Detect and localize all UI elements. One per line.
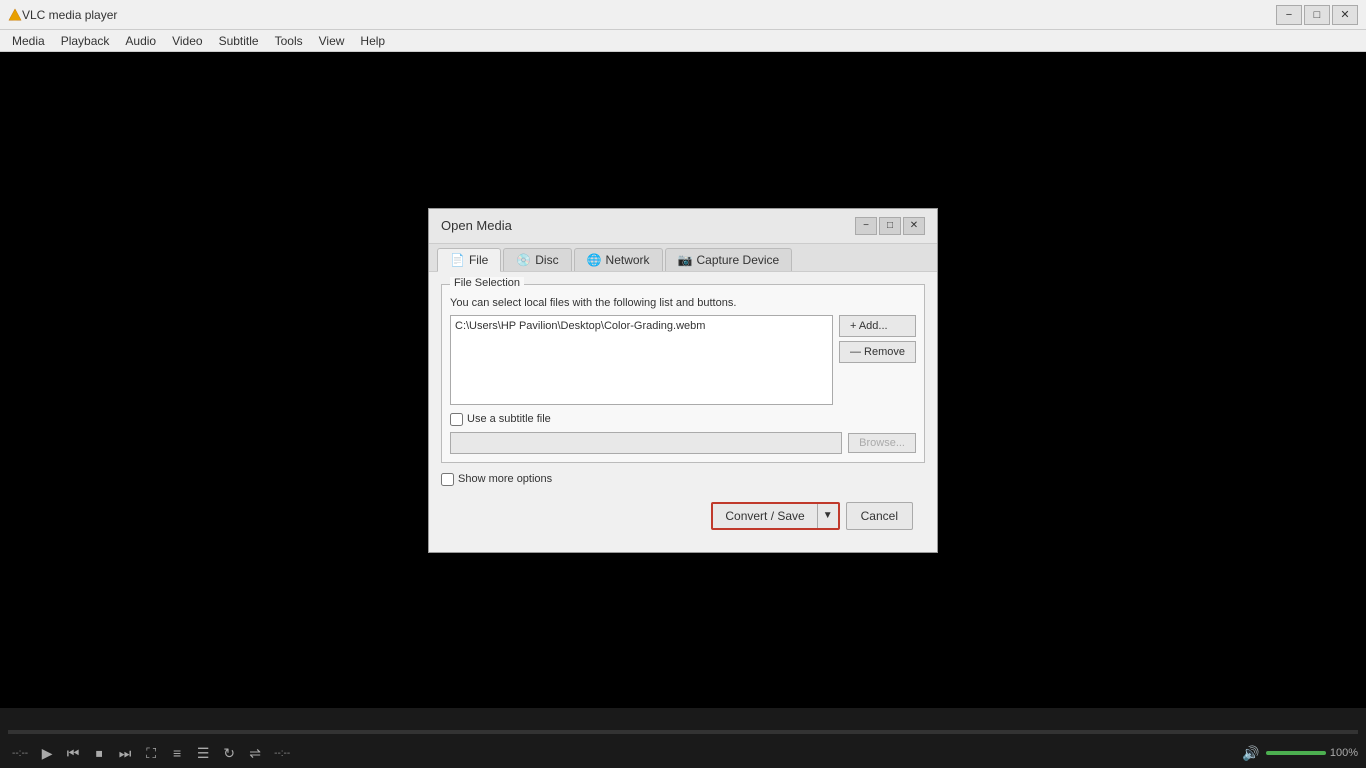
menu-bar: Media Playback Audio Video Subtitle Tool… (0, 30, 1366, 52)
open-media-dialog: Open Media − □ ✕ 📄 File 💿 Disc 🌐 Network (428, 208, 938, 553)
convert-save-dropdown-button[interactable]: ▼ (818, 504, 838, 528)
show-more-label[interactable]: Show more options (441, 473, 552, 486)
bottom-bar: --:-- ▶ ⏮ ⏹ ⏭ ⛶ ≡ ☰ ↻ ⇌ --:-- 🔊 100% (0, 708, 1366, 768)
file-path: C:\Users\HP Pavilion\Desktop\Color-Gradi… (455, 320, 705, 332)
prev-button[interactable]: ⏮ (62, 742, 84, 764)
network-tab-icon: 🌐 (587, 253, 602, 267)
file-tab-label: File (469, 253, 488, 267)
dialog-buttons: Convert / Save ▼ Cancel (441, 496, 925, 540)
tab-file[interactable]: 📄 File (437, 248, 501, 272)
tab-network[interactable]: 🌐 Network (574, 248, 663, 271)
file-list-area: C:\Users\HP Pavilion\Desktop\Color-Gradi… (450, 315, 916, 405)
remove-button[interactable]: — Remove (839, 341, 916, 363)
file-list-buttons: + Add... — Remove (839, 315, 916, 405)
menu-view[interactable]: View (311, 32, 353, 50)
dialog-minimize-button[interactable]: − (855, 217, 877, 235)
tab-capture[interactable]: 📷 Capture Device (665, 248, 793, 271)
dialog-maximize-button[interactable]: □ (879, 217, 901, 235)
app-title: VLC media player (22, 8, 1276, 22)
file-tab-icon: 📄 (450, 253, 465, 267)
next-button[interactable]: ⏭ (114, 742, 136, 764)
capture-tab-icon: 📷 (678, 253, 693, 267)
menu-subtitle[interactable]: Subtitle (211, 32, 267, 50)
dialog-title: Open Media (441, 218, 512, 233)
dialog-title-label: Open Media (441, 218, 512, 233)
show-more-row: Show more options (441, 473, 925, 486)
close-button[interactable]: ✕ (1332, 5, 1358, 25)
add-button[interactable]: + Add... (839, 315, 916, 337)
shuffle-button[interactable]: ⇌ (244, 742, 266, 764)
browse-button[interactable]: Browse... (848, 433, 916, 453)
stop-button[interactable]: ⏹ (88, 742, 110, 764)
dialog-tabs: 📄 File 💿 Disc 🌐 Network 📷 Capture Device (429, 244, 937, 272)
time-right: --:-- (274, 748, 290, 759)
playlist-button[interactable]: ☰ (192, 742, 214, 764)
volume-label: 100% (1330, 747, 1358, 759)
tab-disc[interactable]: 💿 Disc (503, 248, 571, 271)
convert-save-button[interactable]: Convert / Save (713, 504, 817, 528)
network-tab-label: Network (606, 253, 650, 267)
subtitle-label-text: Use a subtitle file (467, 413, 551, 425)
progress-bar[interactable] (8, 730, 1358, 734)
subtitle-input[interactable] (450, 432, 842, 454)
convert-save-wrapper: Convert / Save ▼ (711, 502, 839, 530)
file-selection-label: File Selection (450, 277, 524, 289)
menu-playback[interactable]: Playback (53, 32, 118, 50)
volume-area: 🔊 100% (1240, 742, 1358, 764)
menu-tools[interactable]: Tools (267, 32, 311, 50)
menu-help[interactable]: Help (352, 32, 393, 50)
title-bar-controls: − □ ✕ (1276, 5, 1358, 25)
dialog-content: File Selection You can select local file… (429, 272, 937, 552)
play-button[interactable]: ▶ (36, 742, 58, 764)
title-bar: VLC media player − □ ✕ (0, 0, 1366, 30)
disc-tab-icon: 💿 (516, 253, 531, 267)
cancel-button[interactable]: Cancel (846, 502, 913, 530)
menu-video[interactable]: Video (164, 32, 210, 50)
dialog-overlay: Open Media − □ ✕ 📄 File 💿 Disc 🌐 Network (0, 52, 1366, 708)
volume-icon[interactable]: 🔊 (1240, 742, 1262, 764)
loop-button[interactable]: ↻ (218, 742, 240, 764)
maximize-button[interactable]: □ (1304, 5, 1330, 25)
dialog-close-button[interactable]: ✕ (903, 217, 925, 235)
subtitle-row: Use a subtitle file (450, 413, 916, 426)
subtitle-checkbox[interactable] (450, 413, 463, 426)
capture-tab-label: Capture Device (697, 253, 780, 267)
dialog-title-controls: − □ ✕ (855, 217, 925, 235)
menu-audio[interactable]: Audio (117, 32, 164, 50)
show-more-checkbox[interactable] (441, 473, 454, 486)
controls-row: --:-- ▶ ⏮ ⏹ ⏭ ⛶ ≡ ☰ ↻ ⇌ --:-- 🔊 100% (0, 738, 1366, 768)
fullscreen-button[interactable]: ⛶ (140, 742, 162, 764)
extended-button[interactable]: ≡ (166, 742, 188, 764)
time-left: --:-- (12, 748, 28, 759)
volume-slider[interactable] (1266, 751, 1326, 755)
file-selection-description: You can select local files with the foll… (450, 297, 916, 309)
disc-tab-label: Disc (535, 253, 558, 267)
menu-media[interactable]: Media (4, 32, 53, 50)
vlc-icon (8, 8, 22, 22)
dialog-title-bar: Open Media − □ ✕ (429, 209, 937, 244)
file-list-box[interactable]: C:\Users\HP Pavilion\Desktop\Color-Gradi… (450, 315, 833, 405)
subtitle-checkbox-label[interactable]: Use a subtitle file (450, 413, 551, 426)
show-more-text: Show more options (458, 473, 552, 485)
minimize-button[interactable]: − (1276, 5, 1302, 25)
file-selection-group: File Selection You can select local file… (441, 284, 925, 463)
subtitle-input-row: Browse... (450, 432, 916, 454)
